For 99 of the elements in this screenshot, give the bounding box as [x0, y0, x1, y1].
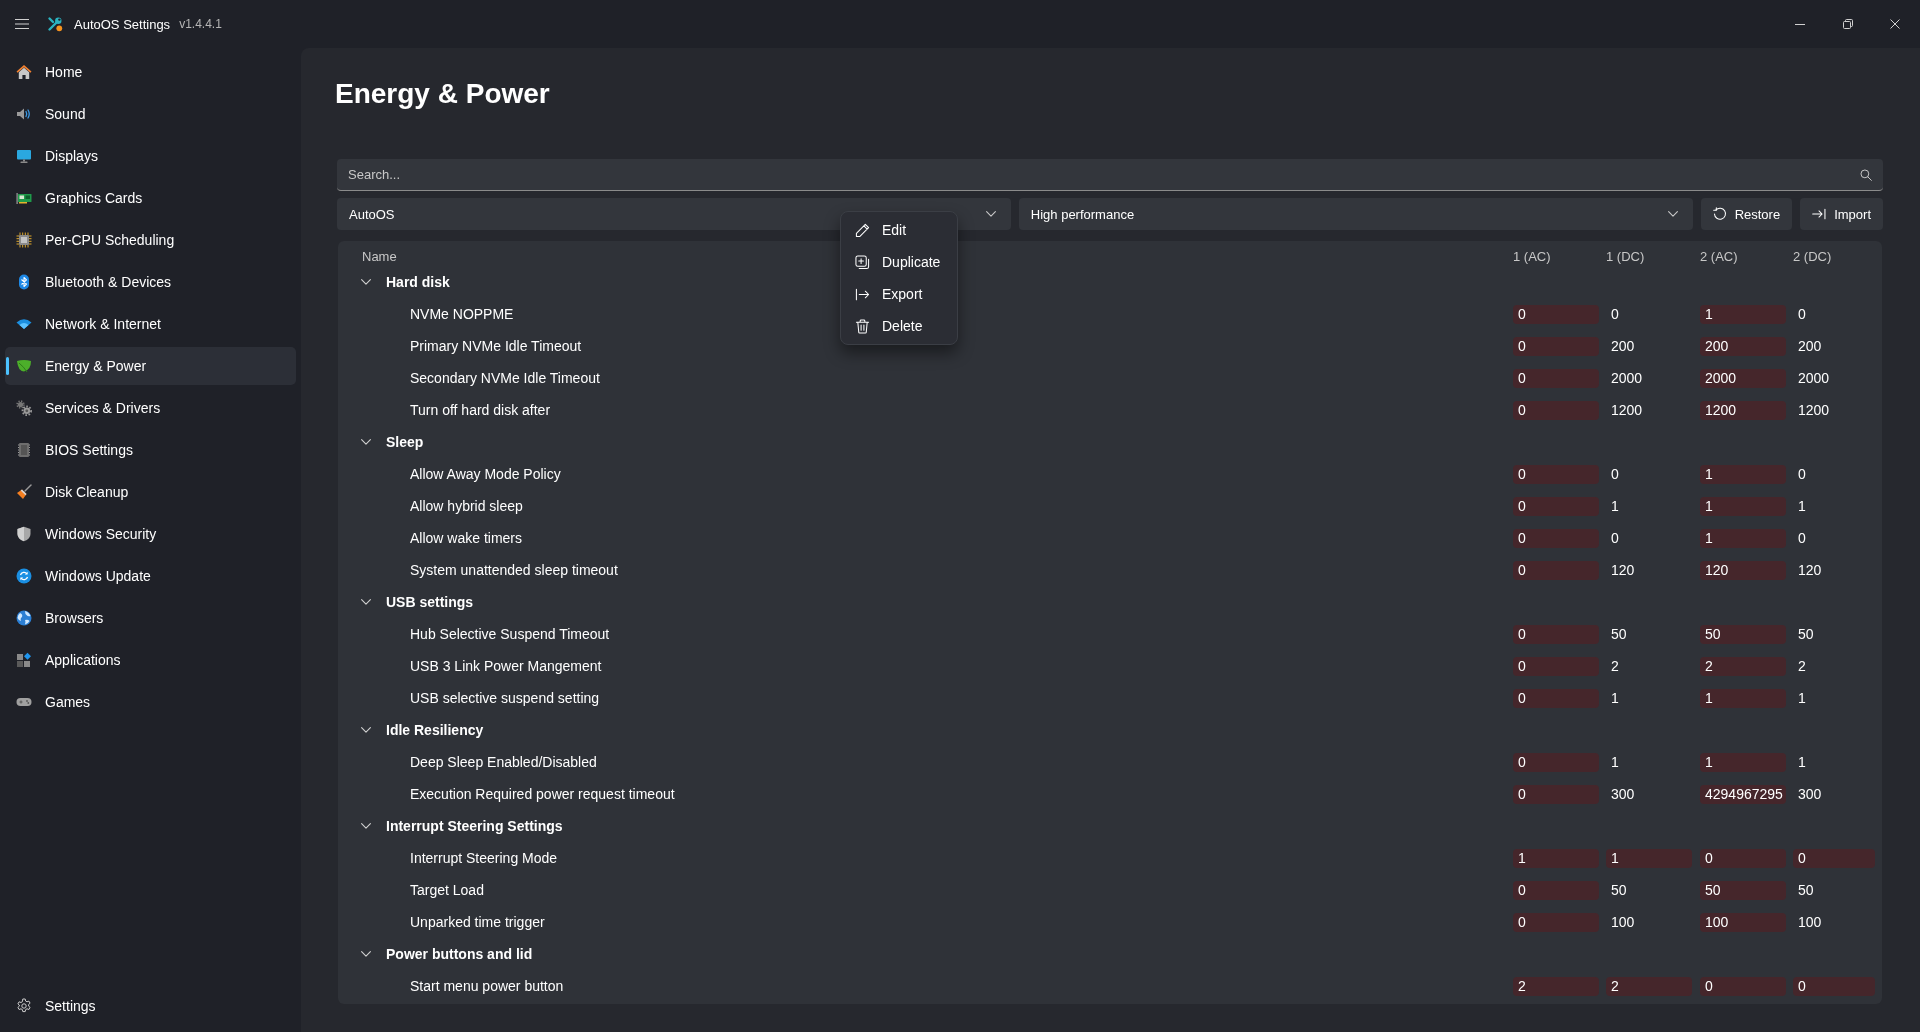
setting-value: 1 — [1700, 496, 1786, 516]
setting-name: USB 3 Link Power Mangement — [410, 658, 602, 674]
setting-value: 0 — [1513, 368, 1599, 388]
setting-value: 100 — [1797, 913, 1822, 932]
setting-value: 0 — [1513, 496, 1599, 516]
setting-value: 1 — [1797, 753, 1806, 772]
group-title: Power buttons and lid — [386, 946, 533, 962]
setting-value: 2000 — [1700, 368, 1786, 388]
setting-value: 0 — [1513, 912, 1599, 932]
setting-value: 0 — [1797, 529, 1806, 548]
setting-name: NVMe NOPPME — [410, 306, 514, 322]
setting-value: 50 — [1797, 625, 1814, 644]
group-title: USB settings — [386, 594, 474, 610]
setting-value: 1 — [1700, 528, 1786, 548]
setting-value: 0 — [1513, 464, 1599, 484]
setting-value: 1 — [1700, 688, 1786, 708]
setting-value: 50 — [1700, 880, 1786, 900]
app-title: AutoOS Settings — [74, 16, 171, 32]
app-version: v1.4.4.1 — [179, 17, 222, 31]
setting-value: 0 — [1610, 465, 1619, 484]
setting-value: 0 — [1513, 688, 1599, 708]
setting-name: Secondary NVMe Idle Timeout — [410, 370, 600, 386]
setting-value: 1 — [1513, 848, 1599, 868]
setting-value: 1 — [1700, 752, 1786, 772]
setting-name: Primary NVMe Idle Timeout — [410, 338, 582, 354]
setting-value: 0 — [1513, 400, 1599, 420]
setting-value: 1 — [1606, 848, 1692, 868]
setting-value: 1 — [1610, 753, 1619, 772]
column-header: 2 (AC) — [1700, 248, 1738, 264]
setting-value: 200 — [1797, 337, 1822, 356]
setting-name: Unparked time trigger — [410, 914, 545, 930]
setting-name: Target Load — [410, 882, 484, 898]
page-title: Energy & Power — [335, 77, 550, 111]
setting-value: 0 — [1700, 976, 1786, 996]
setting-name: Allow Away Mode Policy — [410, 466, 561, 482]
group-title: Interrupt Steering Settings — [386, 818, 563, 834]
group-title: Hard disk — [386, 274, 450, 290]
setting-value: 0 — [1513, 784, 1599, 804]
setting-value: 2000 — [1797, 369, 1830, 388]
setting-name: Interrupt Steering Mode — [410, 850, 558, 866]
setting-value: 1200 — [1700, 400, 1786, 420]
setting-value: 100 — [1610, 913, 1635, 932]
column-header: 1 (DC) — [1606, 248, 1645, 264]
setting-value: 0 — [1610, 305, 1619, 324]
setting-value: 0 — [1513, 336, 1599, 356]
setting-value: 2 — [1513, 976, 1599, 996]
setting-value: 2000 — [1610, 369, 1643, 388]
setting-value: 0 — [1513, 752, 1599, 772]
setting-value: 0 — [1513, 528, 1599, 548]
setting-name: Start menu power button — [410, 978, 564, 994]
setting-value: 1 — [1610, 689, 1619, 708]
setting-value: 50 — [1700, 624, 1786, 644]
setting-name: Allow hybrid sleep — [410, 498, 523, 514]
setting-value: 200 — [1700, 336, 1786, 356]
setting-value: 0 — [1797, 465, 1806, 484]
column-header: Name — [362, 248, 397, 264]
setting-value: 0 — [1700, 848, 1786, 868]
setting-value: 100 — [1700, 912, 1786, 932]
setting-value: 1200 — [1797, 401, 1830, 420]
column-header: 2 (DC) — [1793, 248, 1832, 264]
setting-value: 1 — [1797, 497, 1806, 516]
setting-value: 50 — [1797, 881, 1814, 900]
setting-value: 50 — [1610, 881, 1627, 900]
group-title: Sleep — [386, 434, 424, 450]
group-title: Idle Resiliency — [386, 722, 484, 738]
setting-value: 1 — [1797, 689, 1806, 708]
setting-value: 120 — [1700, 560, 1786, 580]
setting-name: Deep Sleep Enabled/Disabled — [410, 754, 597, 770]
setting-value: 2 — [1606, 976, 1692, 996]
setting-value: 2 — [1700, 656, 1786, 676]
setting-value: 4294967295 — [1700, 784, 1786, 804]
setting-value: 0 — [1513, 304, 1599, 324]
setting-value: 300 — [1797, 785, 1822, 804]
setting-value: 0 — [1513, 624, 1599, 644]
setting-value: 0 — [1793, 848, 1875, 868]
setting-name: System unattended sleep timeout — [410, 562, 618, 578]
setting-value: 0 — [1513, 880, 1599, 900]
setting-value: 0 — [1793, 976, 1875, 996]
column-header: 1 (AC) — [1513, 248, 1551, 264]
setting-name: Hub Selective Suspend Timeout — [410, 626, 610, 642]
setting-value: 50 — [1610, 625, 1627, 644]
setting-value: 1200 — [1610, 401, 1643, 420]
setting-value: 0 — [1610, 529, 1619, 548]
setting-value: 2 — [1610, 657, 1619, 676]
setting-name: USB selective suspend setting — [410, 690, 600, 706]
setting-value: 1 — [1700, 464, 1786, 484]
setting-value: 1 — [1700, 304, 1786, 324]
setting-value: 1 — [1610, 497, 1619, 516]
setting-name: Execution Required power request timeout — [410, 786, 675, 802]
setting-name: Turn off hard disk after — [410, 402, 551, 418]
setting-value: 0 — [1513, 560, 1599, 580]
setting-value: 0 — [1513, 656, 1599, 676]
setting-name: Allow wake timers — [410, 530, 523, 546]
setting-value: 120 — [1610, 561, 1635, 580]
setting-value: 200 — [1610, 337, 1635, 356]
setting-value: 300 — [1610, 785, 1635, 804]
setting-value: 0 — [1797, 305, 1806, 324]
setting-value: 2 — [1797, 657, 1806, 676]
setting-value: 120 — [1797, 561, 1822, 580]
